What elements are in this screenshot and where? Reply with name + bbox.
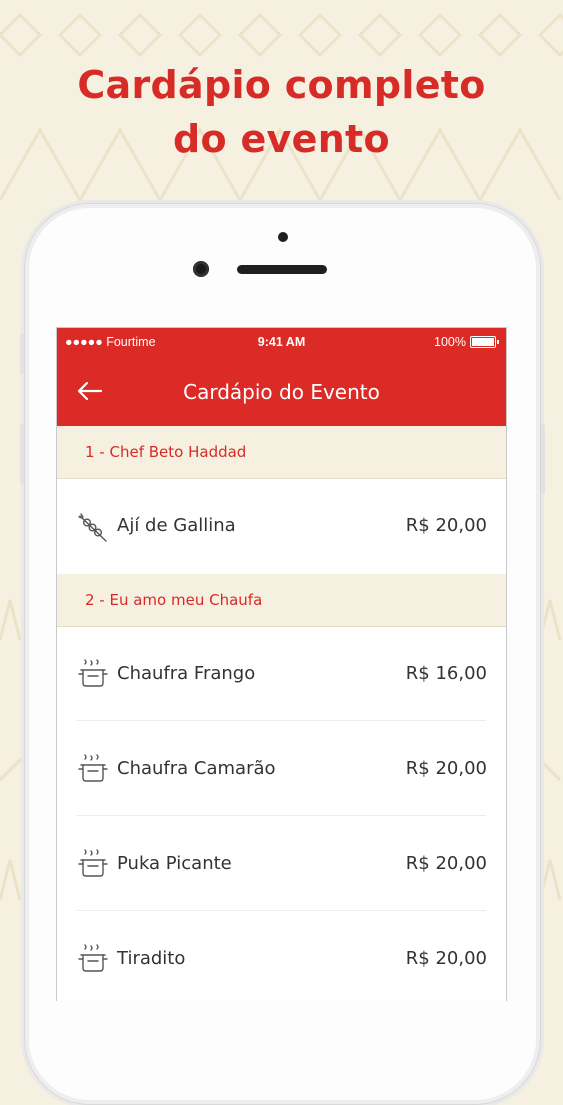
battery-percent: 100% bbox=[434, 335, 466, 349]
item-price: R$ 20,00 bbox=[405, 515, 487, 536]
row-divider bbox=[77, 815, 486, 816]
status-bar: ●●●●● Fourtime 9:41 AM 100% bbox=[57, 328, 506, 356]
item-name: Chaufra Frango bbox=[117, 663, 256, 684]
menu-item[interactable]: Puka Picante R$ 20,00 bbox=[57, 817, 506, 911]
proximity-sensor bbox=[278, 232, 288, 242]
front-camera bbox=[193, 261, 209, 277]
section-title: 2 - Eu amo meu Chaufa bbox=[85, 591, 263, 609]
menu-item[interactable]: Chaufra Frango R$ 16,00 bbox=[57, 627, 506, 721]
item-name: Ají de Gallina bbox=[117, 515, 236, 536]
page-title: Cardápio do Evento bbox=[183, 380, 380, 404]
menu-section-header: 1 - Chef Beto Haddad bbox=[57, 426, 506, 479]
promo-headline: Cardápio completo do evento bbox=[0, 58, 563, 166]
item-name: Chaufra Camarão bbox=[117, 758, 276, 779]
item-price: R$ 20,00 bbox=[405, 758, 487, 779]
item-name: Tiradito bbox=[117, 948, 186, 969]
cooking-pot-icon bbox=[78, 849, 108, 877]
cooking-pot-icon bbox=[78, 659, 108, 687]
menu-item[interactable]: Tiradito R$ 20,00 bbox=[57, 912, 506, 1001]
section-title: 1 - Chef Beto Haddad bbox=[85, 443, 247, 461]
nav-bar: Cardápio do Evento bbox=[57, 356, 506, 426]
volume-down-button bbox=[20, 424, 24, 484]
item-price: R$ 20,00 bbox=[405, 948, 487, 969]
pattern-diamond-row bbox=[0, 12, 563, 58]
battery-icon bbox=[470, 336, 499, 348]
item-price: R$ 20,00 bbox=[405, 853, 487, 874]
item-name: Puka Picante bbox=[117, 853, 232, 874]
row-divider bbox=[77, 720, 486, 721]
row-divider bbox=[77, 910, 486, 911]
volume-up-button bbox=[20, 334, 24, 374]
skewer-icon bbox=[78, 513, 107, 542]
power-button bbox=[541, 424, 545, 494]
cooking-pot-icon bbox=[78, 754, 108, 782]
earpiece-speaker bbox=[237, 265, 327, 274]
app-screen: ●●●●● Fourtime 9:41 AM 100% Cardápio do … bbox=[56, 327, 507, 1001]
menu-item[interactable]: Chaufra Camarão R$ 20,00 bbox=[57, 722, 506, 816]
headline-line-1: Cardápio completo bbox=[77, 63, 486, 107]
menu-item[interactable]: Ají de Gallina R$ 20,00 bbox=[57, 479, 506, 573]
headline-line-2: do evento bbox=[173, 117, 390, 161]
cooking-pot-icon bbox=[78, 944, 108, 972]
menu-section-header: 2 - Eu amo meu Chaufa bbox=[57, 574, 506, 627]
item-price: R$ 16,00 bbox=[405, 663, 487, 684]
